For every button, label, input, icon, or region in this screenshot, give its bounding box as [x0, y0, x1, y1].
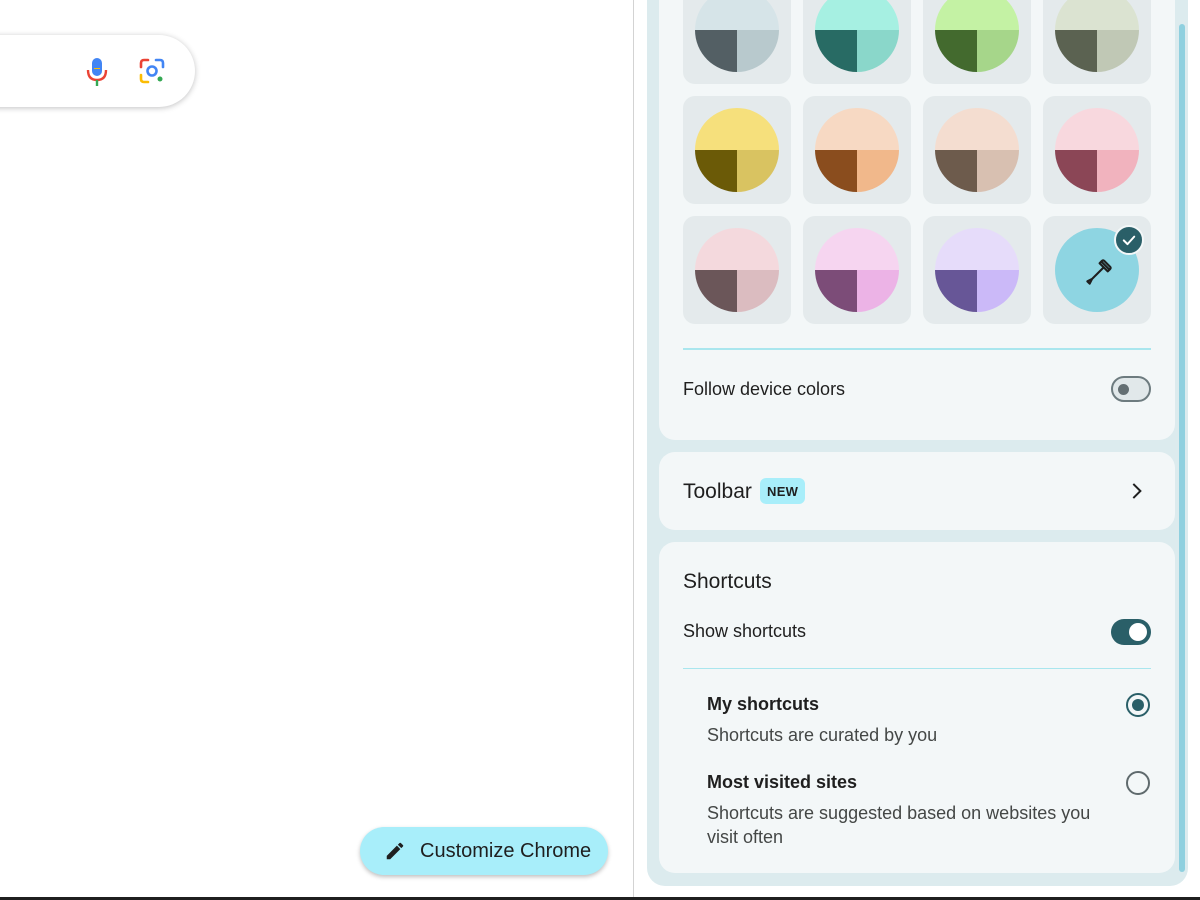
- color-segment: [695, 108, 779, 150]
- color-segment: [1097, 150, 1139, 192]
- toggle-knob: [1129, 623, 1147, 641]
- divider: [683, 668, 1151, 669]
- color-segment: [695, 270, 737, 312]
- eyedropper-icon: [1086, 259, 1112, 285]
- color-preview-circle: [935, 228, 1019, 312]
- color-segment: [935, 270, 977, 312]
- new-badge: NEW: [760, 478, 806, 504]
- customize-chrome-label: Customize Chrome: [420, 839, 592, 862]
- color-segment: [935, 108, 1019, 150]
- color-segment: [815, 150, 857, 192]
- color-segment: [695, 228, 779, 270]
- color-swatch-pink[interactable]: [1043, 96, 1151, 204]
- color-preview-circle: [1055, 0, 1139, 72]
- most-visited-sites-description: Shortcuts are suggested based on website…: [707, 803, 1091, 847]
- color-segment: [935, 150, 977, 192]
- show-shortcuts-toggle[interactable]: [1111, 619, 1151, 645]
- my-shortcuts-description: Shortcuts are curated by you: [707, 725, 938, 745]
- color-segment: [737, 150, 779, 192]
- toggle-knob: [1118, 384, 1129, 395]
- color-segment: [1097, 30, 1139, 72]
- my-shortcuts-title: My shortcuts: [707, 694, 820, 714]
- color-segment: [737, 270, 779, 312]
- scrollbar-thumb[interactable]: [1179, 24, 1185, 872]
- color-segment: [815, 270, 857, 312]
- color-segment: [977, 270, 1019, 312]
- color-preview-circle: [695, 108, 779, 192]
- customize-chrome-button[interactable]: Customize Chrome: [360, 827, 608, 875]
- color-segment: [815, 228, 899, 270]
- mic-icon[interactable]: [84, 56, 110, 88]
- color-segment: [1055, 30, 1097, 72]
- color-segment: [857, 270, 899, 312]
- panel-divider: [633, 0, 634, 898]
- chevron-right-icon[interactable]: [1124, 479, 1148, 503]
- color-preview-circle: [815, 108, 899, 192]
- color-segment: [737, 30, 779, 72]
- selected-check-icon: [1114, 225, 1144, 255]
- color-segment: [815, 30, 857, 72]
- google-lens-icon[interactable]: [138, 57, 166, 85]
- color-segment: [857, 150, 899, 192]
- color-preview-circle: [935, 0, 1019, 72]
- color-segment: [815, 108, 899, 150]
- color-preview-circle: [935, 108, 1019, 192]
- color-preview-circle: [695, 0, 779, 72]
- follow-device-colors-label: Follow device colors: [683, 379, 846, 399]
- color-segment: [815, 0, 899, 30]
- color-swatch-aqua[interactable]: [803, 0, 911, 84]
- color-swatch-olive[interactable]: [1043, 0, 1151, 84]
- pencil-icon: [386, 842, 404, 860]
- my-shortcuts-radio[interactable]: [1126, 693, 1150, 717]
- color-segment: [695, 150, 737, 192]
- follow-device-colors-toggle[interactable]: [1111, 376, 1151, 402]
- color-segment: [935, 0, 1019, 30]
- color-swatch-lavender[interactable]: [923, 216, 1031, 324]
- color-swatch-rose[interactable]: [683, 216, 791, 324]
- color-swatch-peach[interactable]: [923, 96, 1031, 204]
- color-segment: [977, 30, 1019, 72]
- color-segment: [1055, 150, 1097, 192]
- color-segment: [695, 30, 737, 72]
- color-preview-circle: [815, 0, 899, 72]
- toolbar-label: Toolbar: [683, 480, 752, 503]
- radio-dot: [1132, 699, 1144, 711]
- color-segment: [1055, 0, 1139, 30]
- color-swatch-orange[interactable]: [803, 96, 911, 204]
- color-preview-circle: [815, 228, 899, 312]
- divider: [683, 348, 1151, 350]
- color-swatch-grey[interactable]: [683, 0, 791, 84]
- color-segment: [935, 30, 977, 72]
- color-segment: [1055, 108, 1139, 150]
- show-shortcuts-label: Show shortcuts: [683, 621, 807, 641]
- color-preview-circle: [1055, 108, 1139, 192]
- color-swatch-green[interactable]: [923, 0, 1031, 84]
- color-segment: [935, 228, 1019, 270]
- color-segment: [695, 0, 779, 30]
- new-tab-page: Customize Chrome: [0, 0, 633, 898]
- custom-color-swatch[interactable]: [1043, 216, 1151, 324]
- color-segment: [857, 30, 899, 72]
- color-preview-circle: [695, 228, 779, 312]
- most-visited-sites-title: Most visited sites: [707, 772, 858, 792]
- color-swatch-magenta[interactable]: [803, 216, 911, 324]
- most-visited-sites-radio[interactable]: [1126, 771, 1150, 795]
- shortcuts-title: Shortcuts: [683, 570, 772, 593]
- color-segment: [977, 150, 1019, 192]
- color-swatch-yellow[interactable]: [683, 96, 791, 204]
